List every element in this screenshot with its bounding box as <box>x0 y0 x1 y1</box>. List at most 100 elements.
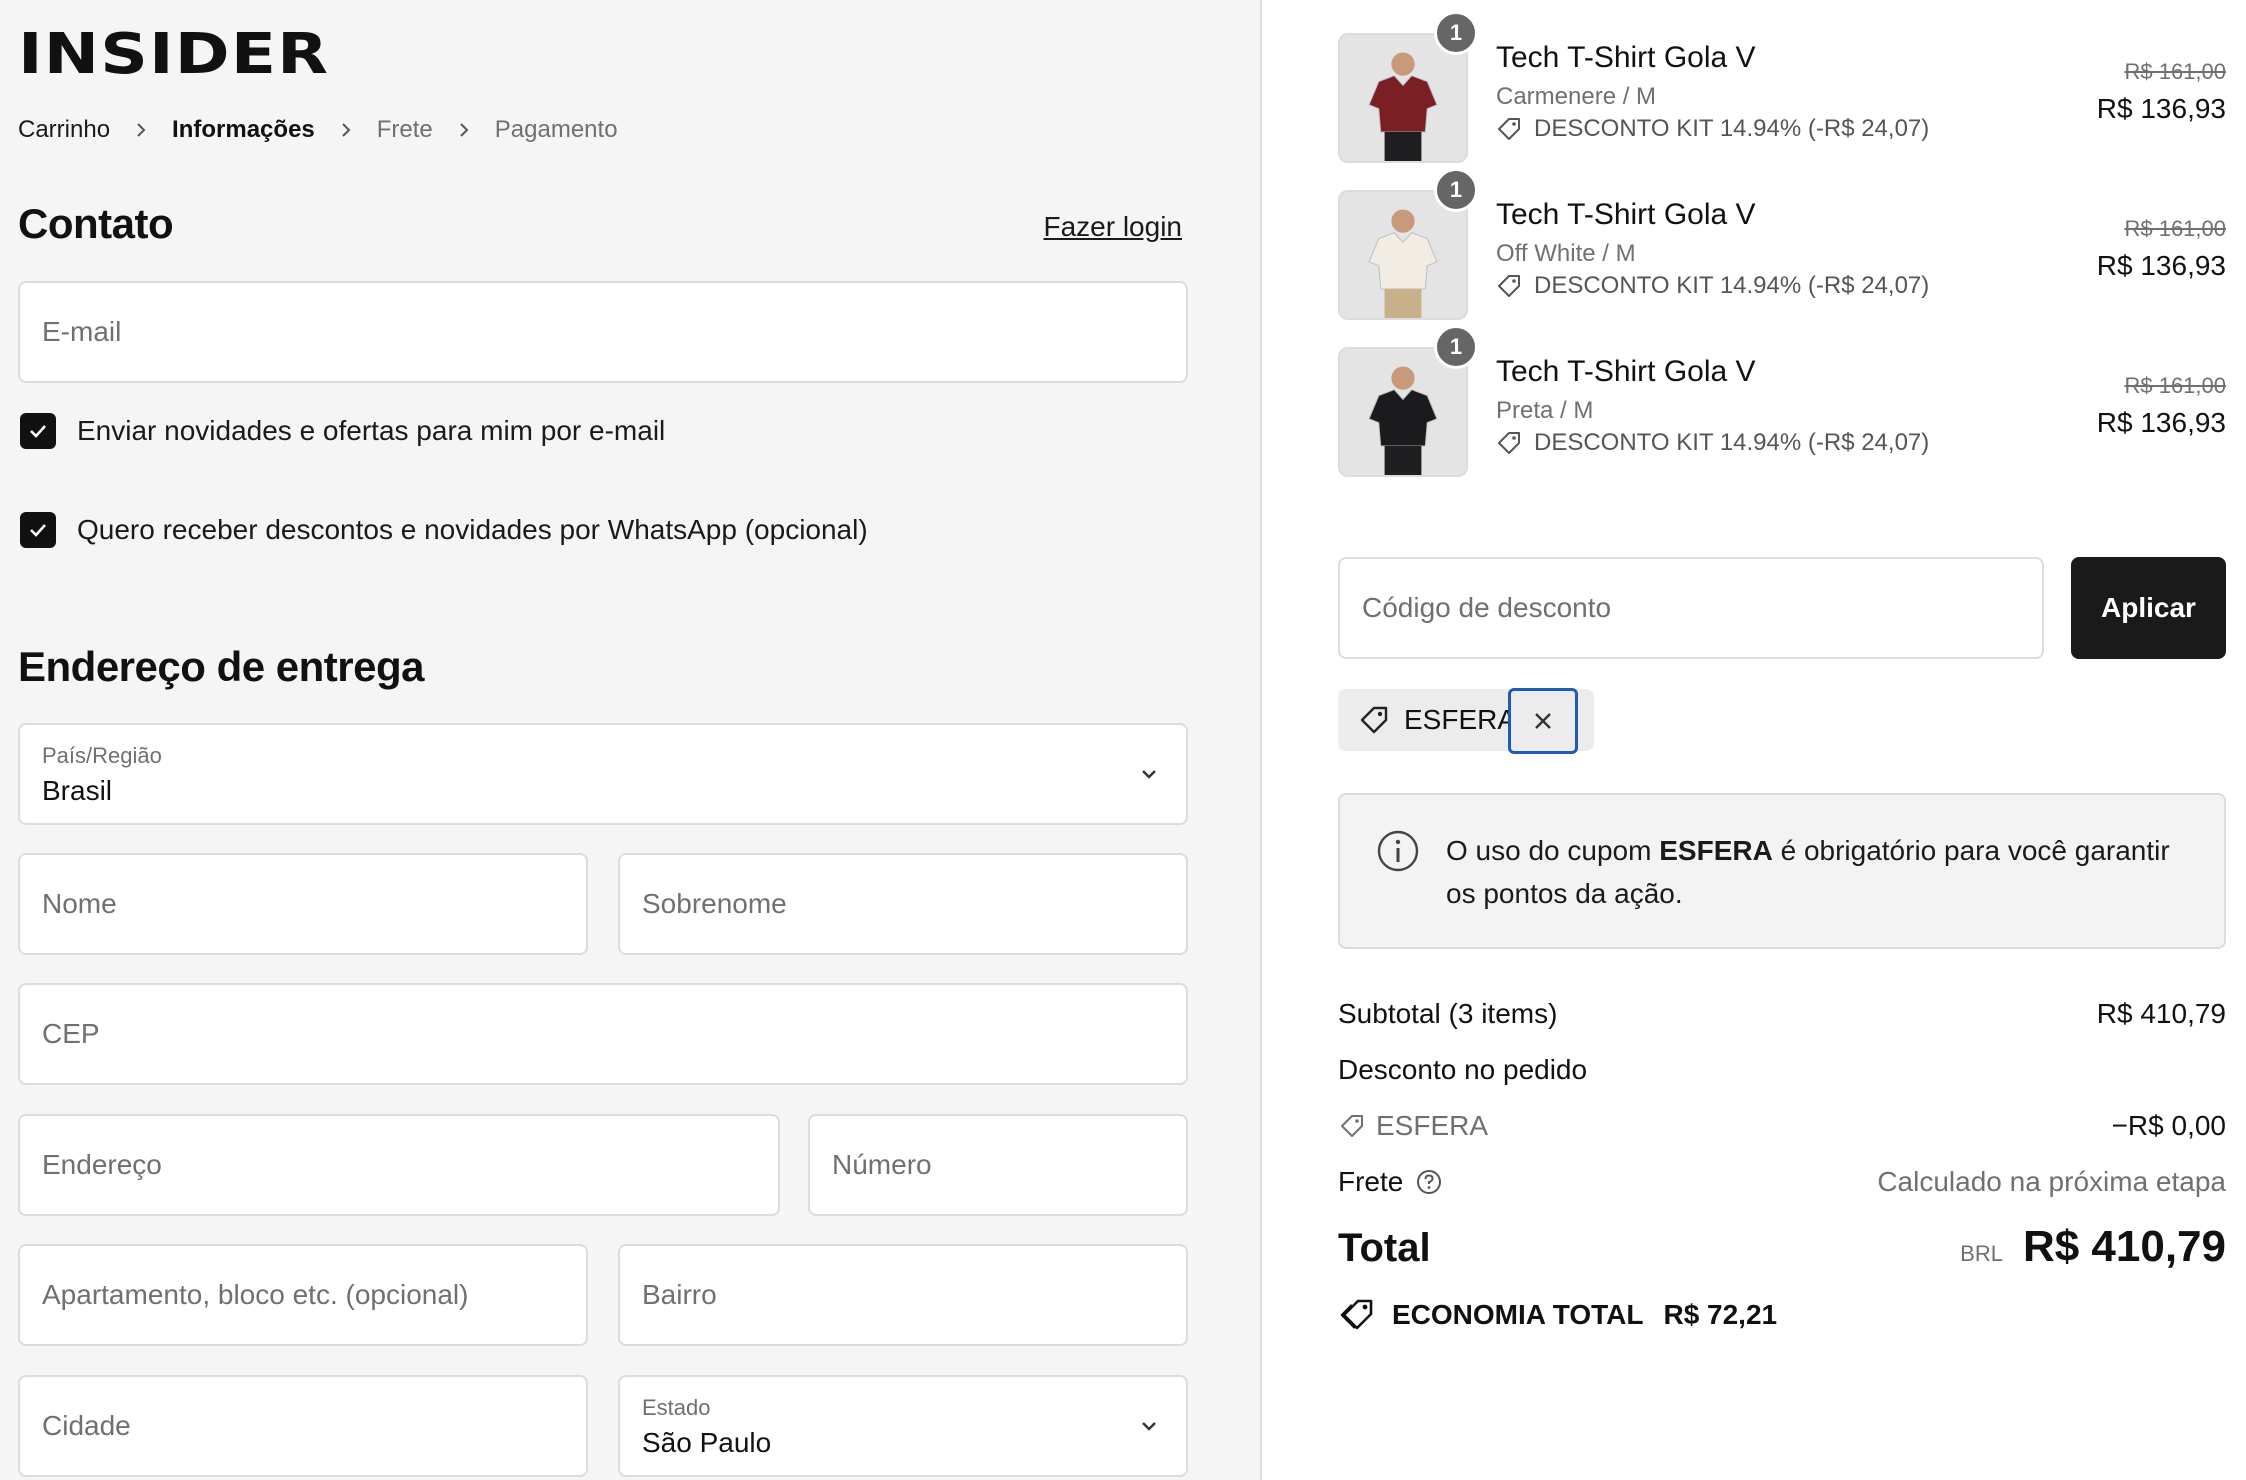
apply-discount-button[interactable]: Aplicar <box>2071 557 2226 659</box>
shipping-address-title: Endereço de entrega <box>18 643 424 690</box>
total-label: Total <box>1338 1226 1431 1270</box>
cep-placeholder: CEP <box>42 1018 100 1049</box>
item-discount: DESCONTO KIT 14.94% (-R$ 24,07) <box>1496 115 1929 143</box>
apartment-field[interactable]: Apartamento, bloco etc. (opcional) <box>18 1244 588 1346</box>
item-name: Tech T-Shirt Gola V <box>1496 198 1756 231</box>
shipping-row: Frete Calculado na próxima etapa <box>1338 1166 2226 1202</box>
item-price: R$ 136,93 <box>2096 407 2226 438</box>
breadcrumb-shipping: Frete <box>376 116 433 143</box>
shipping-value: Calculado na próxima etapa <box>1877 1166 2226 1197</box>
remove-coupon-button[interactable] <box>1508 688 1578 754</box>
help-icon[interactable] <box>1415 1168 1443 1196</box>
item-original-price: R$ 161,00 <box>2124 216 2226 241</box>
order-summary-column: 1 Tech T-Shirt Gola V Carmenere / M DESC… <box>1264 0 2246 1480</box>
item-discount: DESCONTO KIT 14.94% (-R$ 24,07) <box>1496 272 1929 300</box>
last-name-field[interactable]: Sobrenome <box>618 853 1188 955</box>
cart-item: 1 Tech T-Shirt Gola V Preta / M DESCONTO… <box>1338 325 2226 477</box>
currency-code: BRL <box>1960 1241 2003 1266</box>
info-icon <box>1377 830 1419 872</box>
city-placeholder: Cidade <box>42 1410 131 1441</box>
country-label: País/Região <box>42 743 162 768</box>
order-discount-label: Desconto no pedido <box>1338 1054 1588 1085</box>
item-discount: DESCONTO KIT 14.94% (-R$ 24,07) <box>1496 429 1929 457</box>
quantity-badge: 1 <box>1434 325 1478 369</box>
item-variant: Off White / M <box>1496 240 1636 267</box>
coupon-info-text: O uso do cupom ESFERA é obrigatório para… <box>1446 835 2170 909</box>
email-field[interactable]: E-mail <box>18 281 1188 383</box>
tag-icon <box>1341 1115 1363 1137</box>
shipping-label: Frete <box>1338 1166 1404 1197</box>
whatsapp-checkbox[interactable] <box>20 512 56 548</box>
tag-icon <box>1498 118 1520 140</box>
neighborhood-field[interactable]: Bairro <box>618 1244 1188 1346</box>
item-price: R$ 136,93 <box>2096 93 2226 124</box>
cart-item: 1 Tech T-Shirt Gola V Off White / M DESC… <box>1338 168 2226 320</box>
cart-item: 1 Tech T-Shirt Gola V Carmenere / M DESC… <box>1338 11 2226 163</box>
last-name-placeholder: Sobrenome <box>642 888 787 919</box>
apartment-placeholder: Apartamento, bloco etc. (opcional) <box>42 1279 469 1310</box>
breadcrumb-information: Informações <box>172 116 315 143</box>
chevron-down-icon <box>1142 770 1156 779</box>
total-value: R$ 410,79 <box>2022 1222 2226 1271</box>
breadcrumb-payment: Pagamento <box>494 116 618 143</box>
item-variant: Carmenere / M <box>1496 83 1657 110</box>
tag-icon <box>1498 275 1520 297</box>
tag-icon <box>1340 1299 1373 1330</box>
total-savings-label: ECONOMIA TOTAL <box>1392 1299 1644 1330</box>
discount-code-input[interactable]: Código de desconto <box>1338 557 2044 659</box>
neighborhood-placeholder: Bairro <box>642 1279 717 1310</box>
product-image <box>1340 192 1466 318</box>
country-select[interactable]: País/Região Brasil <box>18 723 1188 825</box>
state-select[interactable]: Estado São Paulo <box>618 1375 1188 1477</box>
chevron-right-icon <box>433 122 495 138</box>
newsletter-checkbox[interactable] <box>20 413 56 449</box>
total-savings-value: R$ 72,21 <box>1663 1299 1778 1330</box>
insider-logo[interactable]: INSIDER <box>18 27 328 83</box>
total-savings: ECONOMIA TOTAL R$ 72,21 <box>1338 1296 1777 1334</box>
quantity-badge: 1 <box>1434 11 1478 55</box>
country-value: Brasil <box>42 775 113 806</box>
newsletter-checkbox-row[interactable]: Enviar novidades e ofertas para mim por … <box>20 413 665 449</box>
first-name-placeholder: Nome <box>42 888 117 919</box>
state-label: Estado <box>642 1395 711 1420</box>
item-discount-text: DESCONTO KIT 14.94% (-R$ 24,07) <box>1534 272 1930 299</box>
newsletter-label: Enviar novidades e ofertas para mim por … <box>77 415 666 446</box>
order-discount-row: Desconto no pedido <box>1338 1054 2226 1090</box>
first-name-field[interactable]: Nome <box>18 853 588 955</box>
number-placeholder: Número <box>832 1149 932 1180</box>
address-placeholder: Endereço <box>42 1149 162 1180</box>
address-field[interactable]: Endereço <box>18 1114 780 1216</box>
coupon-discount-row: ESFERA −R$ 0,00 <box>1338 1110 2226 1146</box>
chevron-right-icon <box>110 122 172 138</box>
subtotal-value: R$ 410,79 <box>2096 998 2226 1029</box>
whatsapp-label: Quero receber descontos e novidades por … <box>77 514 868 545</box>
subtotal-label: Subtotal (3 items) <box>1338 998 1558 1029</box>
cep-field[interactable]: CEP <box>18 983 1188 1085</box>
discount-code-placeholder: Código de desconto <box>1362 592 1612 623</box>
item-discount-text: DESCONTO KIT 14.94% (-R$ 24,07) <box>1534 115 1930 142</box>
close-icon <box>1535 713 1551 729</box>
tag-icon <box>1360 706 1388 734</box>
tag-icon <box>1498 432 1520 454</box>
item-original-price: R$ 161,00 <box>2124 59 2226 84</box>
contact-title: Contato <box>18 200 174 247</box>
product-image <box>1340 35 1466 161</box>
item-price: R$ 136,93 <box>2096 250 2226 281</box>
item-discount-text: DESCONTO KIT 14.94% (-R$ 24,07) <box>1534 429 1930 456</box>
check-icon <box>30 524 46 537</box>
breadcrumb: Carrinho Informações Frete Pagamento <box>18 113 618 147</box>
whatsapp-checkbox-row[interactable]: Quero receber descontos e novidades por … <box>20 512 868 548</box>
coupon-discount-value: −R$ 0,00 <box>2111 1110 2226 1141</box>
item-name: Tech T-Shirt Gola V <box>1496 41 1756 74</box>
total-row: Total BRL R$ 410,79 <box>1338 1222 2226 1272</box>
number-field[interactable]: Número <box>808 1114 1188 1216</box>
item-original-price: R$ 161,00 <box>2124 373 2226 398</box>
product-image <box>1340 349 1466 475</box>
applied-coupon-code: ESFERA <box>1404 704 1517 735</box>
item-name: Tech T-Shirt Gola V <box>1496 355 1756 388</box>
login-link[interactable]: Fazer login <box>1043 211 1182 243</box>
city-field[interactable]: Cidade <box>18 1375 588 1477</box>
breadcrumb-cart[interactable]: Carrinho <box>18 116 110 144</box>
checkout-form-column: INSIDER Carrinho Informações Frete Pagam… <box>0 0 1262 1480</box>
coupon-discount-label: ESFERA <box>1376 1110 1489 1141</box>
